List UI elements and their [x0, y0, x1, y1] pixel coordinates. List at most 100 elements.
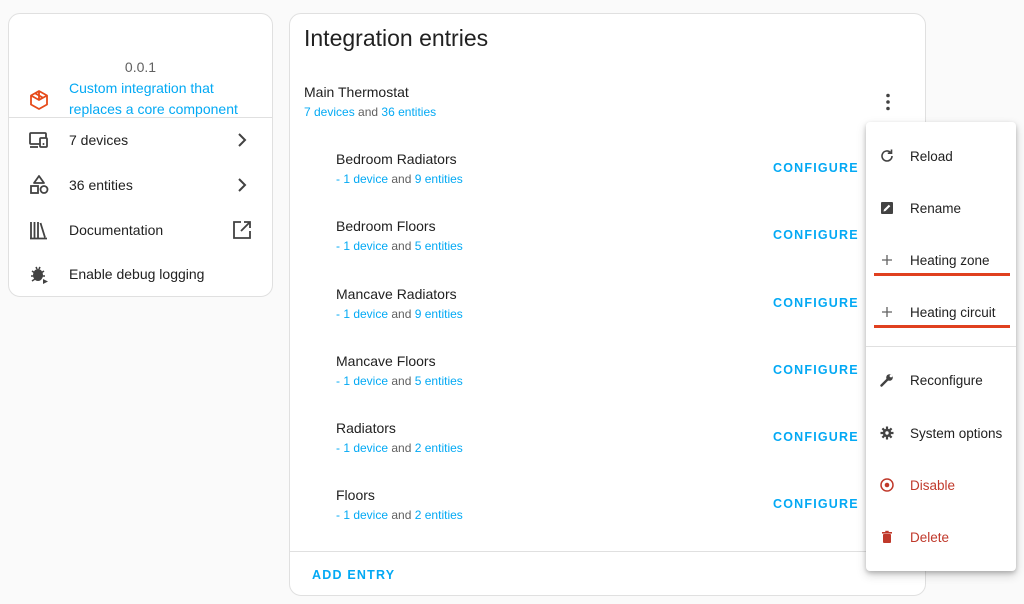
debug-logging-row[interactable]: Enable debug logging: [27, 262, 254, 286]
menu-item-reload[interactable]: Reload: [866, 136, 1016, 176]
and-text: and: [358, 105, 379, 119]
documentation-row[interactable]: Documentation: [27, 218, 254, 242]
menu-item-rename[interactable]: Rename: [866, 188, 1016, 228]
devices-icon: [27, 128, 51, 152]
custom-integration-row[interactable]: Custom integration that replaces a core …: [27, 78, 239, 120]
entities-link[interactable]: 36 entities: [381, 105, 436, 119]
entities-row[interactable]: 36 entities: [27, 173, 254, 197]
entities-link[interactable]: 9 entities: [415, 172, 463, 186]
rename-icon: [879, 200, 895, 216]
sub-entry-subtitle: - 1 device and 5 entities: [336, 374, 463, 388]
debug-logging-label: Enable debug logging: [69, 266, 205, 282]
devices-link[interactable]: - 1 device: [336, 374, 388, 388]
configure-button[interactable]: CONFIGURE: [773, 497, 859, 511]
menu-item-label: Delete: [910, 529, 950, 545]
menu-item-label: Heating zone: [910, 252, 990, 268]
devices-link[interactable]: - 1 device: [336, 441, 388, 455]
info-divider: [9, 117, 272, 118]
menu-item-label: Reload: [910, 148, 953, 164]
entities-link[interactable]: 2 entities: [415, 508, 463, 522]
sub-entry-name: Bedroom Floors: [336, 218, 436, 234]
overflow-menu-button[interactable]: [878, 92, 898, 112]
menu-item-disable[interactable]: Disable: [866, 465, 1016, 505]
entities-link[interactable]: 9 entities: [415, 307, 463, 321]
entities-link[interactable]: 5 entities: [415, 374, 463, 388]
and-text: and: [391, 172, 412, 186]
sub-entry-subtitle: - 1 device and 9 entities: [336, 307, 463, 321]
integration-info-card: 0.0.1 Custom integration that replaces a…: [8, 13, 273, 297]
open-in-new-icon: [230, 218, 254, 242]
menu-item-delete[interactable]: Delete: [866, 517, 1016, 557]
devices-link[interactable]: 7 devices: [304, 105, 355, 119]
configure-button[interactable]: CONFIGURE: [773, 296, 859, 310]
disable-icon: [879, 477, 895, 493]
overflow-menu: Reload Rename Heating zone Heating circu…: [866, 122, 1016, 571]
documentation-label: Documentation: [69, 222, 164, 238]
menu-item-label: Disable: [910, 477, 956, 493]
devices-link[interactable]: - 1 device: [336, 307, 388, 321]
sub-entry-name: Mancave Floors: [336, 353, 436, 369]
sub-entry: Mancave Radiators - 1 device and 9 entit…: [336, 286, 463, 321]
entry-name: Main Thermostat: [304, 84, 409, 100]
chevron-right-icon: [230, 128, 254, 152]
menu-item-label: Reconfigure: [910, 372, 983, 388]
sub-entry-subtitle: - 1 device and 2 entities: [336, 441, 463, 455]
wrench-icon: [879, 372, 895, 388]
sub-entry-subtitle: - 1 device and 2 entities: [336, 508, 463, 522]
devices-row[interactable]: 7 devices: [27, 128, 254, 152]
sub-entry-name: Mancave Radiators: [336, 286, 457, 302]
and-text: and: [391, 374, 412, 388]
sub-entry-subtitle: - 1 device and 5 entities: [336, 239, 463, 253]
menu-item-label: Rename: [910, 200, 962, 216]
version-label: 0.0.1: [124, 59, 157, 75]
highlight-underline: [874, 273, 1010, 276]
trash-icon: [879, 529, 895, 545]
plus-icon: [879, 304, 895, 320]
plus-icon: [879, 252, 895, 268]
devices-label: 7 devices: [69, 132, 129, 148]
sub-entry-name: Floors: [336, 487, 375, 503]
configure-button[interactable]: CONFIGURE: [773, 161, 859, 175]
sub-entry-name: Bedroom Radiators: [336, 151, 457, 167]
sub-entry: Radiators - 1 device and 2 entities: [336, 420, 463, 455]
add-entry-button[interactable]: ADD ENTRY: [312, 568, 395, 582]
entities-link[interactable]: 2 entities: [415, 441, 463, 455]
configure-button[interactable]: CONFIGURE: [773, 363, 859, 377]
sub-entry-name: Radiators: [336, 420, 396, 436]
and-text: and: [391, 307, 412, 321]
configure-button[interactable]: CONFIGURE: [773, 430, 859, 444]
entry-subtitle: 7 devices and 36 entities: [304, 105, 436, 119]
devices-link[interactable]: - 1 device: [336, 239, 388, 253]
gear-icon: [879, 425, 895, 441]
entries-divider: [290, 551, 925, 552]
reload-icon: [879, 148, 895, 164]
and-text: and: [391, 441, 412, 455]
bug-icon: [27, 262, 51, 286]
menu-item-reconfigure[interactable]: Reconfigure: [866, 360, 1016, 400]
devices-link[interactable]: - 1 device: [336, 172, 388, 186]
configure-button[interactable]: CONFIGURE: [773, 228, 859, 242]
sub-entry: Bedroom Radiators - 1 device and 9 entit…: [336, 151, 463, 186]
menu-item-system-options[interactable]: System options: [866, 413, 1016, 453]
sub-entry-subtitle: - 1 device and 9 entities: [336, 172, 463, 186]
dots-vertical-icon: [886, 93, 890, 111]
chevron-right-icon: [230, 173, 254, 197]
highlight-underline: [874, 325, 1010, 328]
and-text: and: [391, 508, 412, 522]
custom-integration-link[interactable]: Custom integration that replaces a core …: [69, 78, 239, 120]
and-text: and: [391, 239, 412, 253]
shapes-icon: [27, 173, 51, 197]
entities-label: 36 entities: [69, 177, 133, 193]
sub-entry: Floors - 1 device and 2 entities: [336, 487, 463, 522]
integration-entries-card: Integration entries Main Thermostat 7 de…: [289, 13, 926, 596]
sub-entry: Mancave Floors - 1 device and 5 entities: [336, 353, 463, 388]
entities-link[interactable]: 5 entities: [415, 239, 463, 253]
package-icon: [27, 88, 51, 112]
book-icon: [27, 218, 51, 242]
main-entry: Main Thermostat 7 devices and 36 entitie…: [304, 84, 436, 119]
menu-item-label: Heating circuit: [910, 304, 996, 320]
devices-link[interactable]: - 1 device: [336, 508, 388, 522]
menu-divider: [866, 346, 1016, 347]
page-title: Integration entries: [304, 25, 489, 51]
menu-item-label: System options: [910, 425, 1003, 441]
